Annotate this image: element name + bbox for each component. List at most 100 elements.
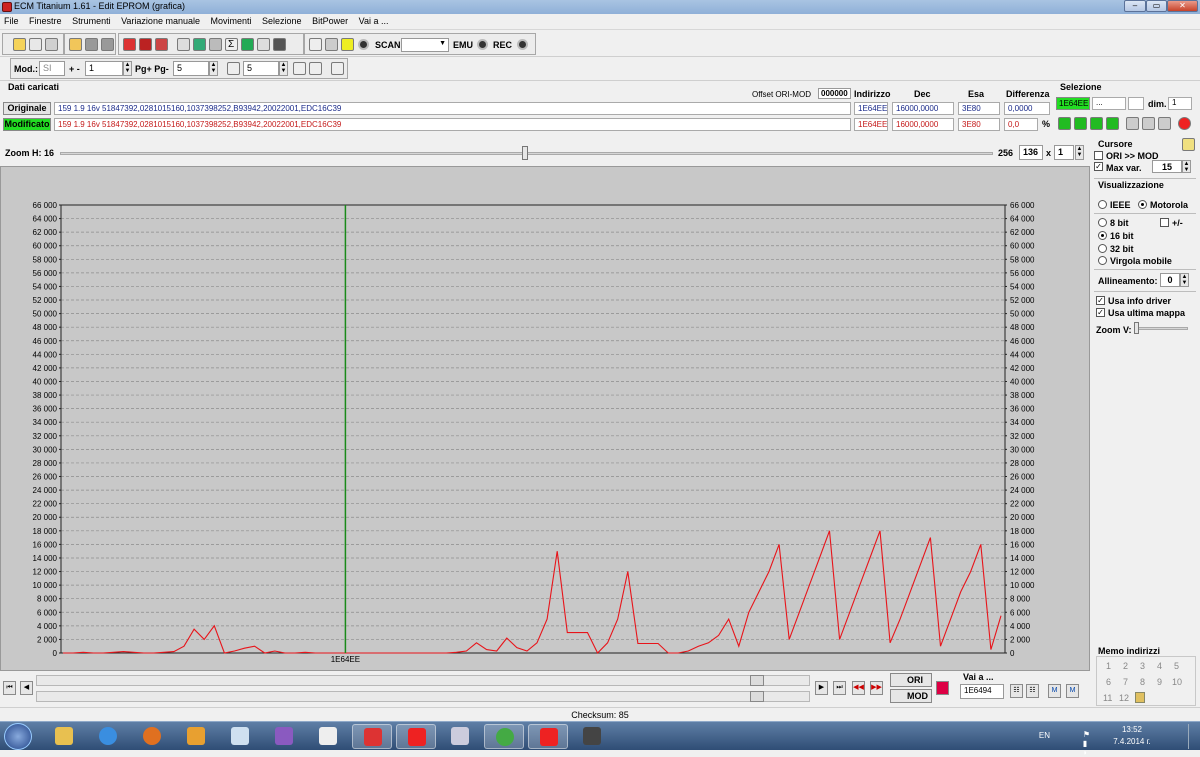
chart-area[interactable]: 0 2 000 4 000 6 000 8 000 10 000 12 000 14 000 1…: [0, 166, 1090, 671]
sel-mid-icon[interactable]: [1074, 117, 1087, 130]
menu-strumenti[interactable]: Strumenti: [68, 14, 115, 26]
sel-right-icon[interactable]: [1090, 117, 1103, 130]
menu-selezione[interactable]: Selezione: [258, 14, 306, 26]
ieee-radio[interactable]: [1098, 200, 1107, 209]
grid-icon[interactable]: [293, 62, 306, 75]
sel-print-icon[interactable]: [1158, 117, 1171, 130]
modificato-diff[interactable]: 0,0: [1004, 118, 1038, 131]
calc-icon[interactable]: [139, 38, 152, 51]
usa-info-driver-checkbox[interactable]: ✓: [1096, 296, 1105, 305]
task-ecm-2[interactable]: [396, 724, 436, 749]
max-var-spinner[interactable]: ▲ ▼: [1182, 160, 1191, 173]
menu-file[interactable]: File: [0, 14, 23, 26]
goto-a-icon[interactable]: ☷: [1010, 684, 1023, 698]
minimize-button[interactable]: –: [1124, 0, 1146, 12]
sel-save-icon[interactable]: [1106, 117, 1119, 130]
compare-icon[interactable]: [177, 38, 190, 51]
originale-desc[interactable]: 159 1.9 16v 51847392,0281015160,10373982…: [54, 102, 851, 115]
menu-variazione-manuale[interactable]: Variazione manuale: [117, 14, 204, 26]
max-var-checkbox[interactable]: ✓: [1094, 162, 1103, 171]
step-spinner[interactable]: ▲ ▼: [123, 61, 132, 76]
check-icon[interactable]: [123, 38, 136, 51]
selezione-extra[interactable]: [1128, 97, 1144, 110]
task-ecm-3[interactable]: [528, 724, 568, 749]
bit16-radio[interactable]: [1098, 231, 1107, 240]
menu-vai-a[interactable]: Vai a ...: [355, 14, 393, 26]
mod-button[interactable]: MOD: [890, 689, 932, 703]
bit8-radio[interactable]: [1098, 218, 1107, 227]
save-as-icon[interactable]: [101, 38, 114, 51]
selezione-end[interactable]: ...: [1092, 97, 1126, 110]
zoom-spinner[interactable]: ▲ ▼: [1075, 145, 1084, 160]
scan-select[interactable]: ▼: [401, 38, 449, 52]
show-desktop-button[interactable]: [1188, 724, 1198, 749]
lock-panel-icon[interactable]: [1182, 138, 1195, 151]
step-field[interactable]: 1: [85, 61, 123, 76]
modificato-button[interactable]: Modificato: [3, 118, 51, 131]
task-chrome[interactable]: [484, 724, 524, 749]
menu-finestre[interactable]: Finestre: [25, 14, 66, 26]
p-spinner[interactable]: ▲ ▼: [279, 61, 288, 76]
flag-icon[interactable]: [936, 681, 949, 695]
memo-2[interactable]: 2: [1123, 661, 1128, 671]
last-page-button[interactable]: ⏭: [833, 681, 846, 695]
close-button[interactable]: ✕: [1167, 0, 1198, 12]
mark-b-icon[interactable]: M: [1066, 684, 1079, 698]
driver-icon[interactable]: [155, 38, 168, 51]
graph-icon[interactable]: [257, 38, 270, 51]
originale-dec[interactable]: 16000,0000: [892, 102, 954, 115]
sigma-icon[interactable]: Σ: [225, 38, 238, 51]
max-var-field[interactable]: 15: [1152, 160, 1182, 173]
memo-5[interactable]: 5: [1174, 661, 1179, 671]
calculator-icon[interactable]: [193, 38, 206, 51]
copy-icon[interactable]: [29, 38, 42, 51]
sel-copy-icon[interactable]: [1126, 117, 1139, 130]
virgola-radio[interactable]: [1098, 256, 1107, 265]
save-icon[interactable]: [85, 38, 98, 51]
menu-movimenti[interactable]: Movimenti: [207, 14, 256, 26]
lock-icon[interactable]: [325, 38, 338, 51]
emu-button[interactable]: [477, 39, 488, 50]
memo-1[interactable]: 1: [1106, 661, 1111, 671]
task-media[interactable]: [176, 724, 216, 749]
task-tool[interactable]: [572, 724, 612, 749]
memo-4[interactable]: 4: [1157, 661, 1162, 671]
scroll-ori[interactable]: [36, 675, 810, 686]
zoom-v-thumb[interactable]: [1134, 322, 1139, 334]
selezione-start[interactable]: 1E64EE: [1056, 97, 1090, 110]
edit-icon[interactable]: [209, 38, 222, 51]
p-icon[interactable]: [227, 62, 240, 75]
task-calculator[interactable]: [440, 724, 480, 749]
prev-button[interactable]: ◀: [20, 681, 33, 695]
vai-a-field[interactable]: 1E6494: [960, 684, 1004, 699]
next-diff-button[interactable]: ▶▶: [870, 681, 883, 695]
task-ecm[interactable]: [352, 724, 392, 749]
page-icon[interactable]: [331, 62, 344, 75]
originale-indirizzo[interactable]: 1E64EE: [854, 102, 888, 115]
text-icon[interactable]: [309, 38, 322, 51]
bit32-radio[interactable]: [1098, 244, 1107, 253]
p-field[interactable]: 5: [243, 61, 279, 76]
zoom-v-track[interactable]: [1134, 327, 1188, 330]
menu-bitpower[interactable]: BitPower: [308, 14, 352, 26]
rec-button[interactable]: [517, 39, 528, 50]
modificato-indirizzo[interactable]: 1E64EE: [854, 118, 888, 131]
memo-3[interactable]: 3: [1140, 661, 1145, 671]
task-editor[interactable]: [308, 724, 348, 749]
record-icon[interactable]: [358, 39, 369, 50]
sel-paste-icon[interactable]: [1142, 117, 1155, 130]
offset-value[interactable]: 000000: [818, 88, 851, 99]
task-explorer[interactable]: [44, 724, 84, 749]
task-image[interactable]: [220, 724, 260, 749]
zoom-value-c[interactable]: 1: [1054, 145, 1074, 160]
document-icon[interactable]: [45, 38, 58, 51]
modificato-dec[interactable]: 16000,0000: [892, 118, 954, 131]
clock-time[interactable]: 13:52: [1102, 725, 1162, 734]
allineamento-field[interactable]: 0: [1160, 273, 1180, 287]
task-vs[interactable]: [264, 724, 304, 749]
pencil-icon[interactable]: [241, 38, 254, 51]
first-page-button[interactable]: ⏮: [3, 681, 16, 695]
allineamento-spinner[interactable]: ▲ ▼: [1180, 273, 1189, 287]
pg-spinner[interactable]: ▲ ▼: [209, 61, 218, 76]
binoculars-icon[interactable]: [273, 38, 286, 51]
